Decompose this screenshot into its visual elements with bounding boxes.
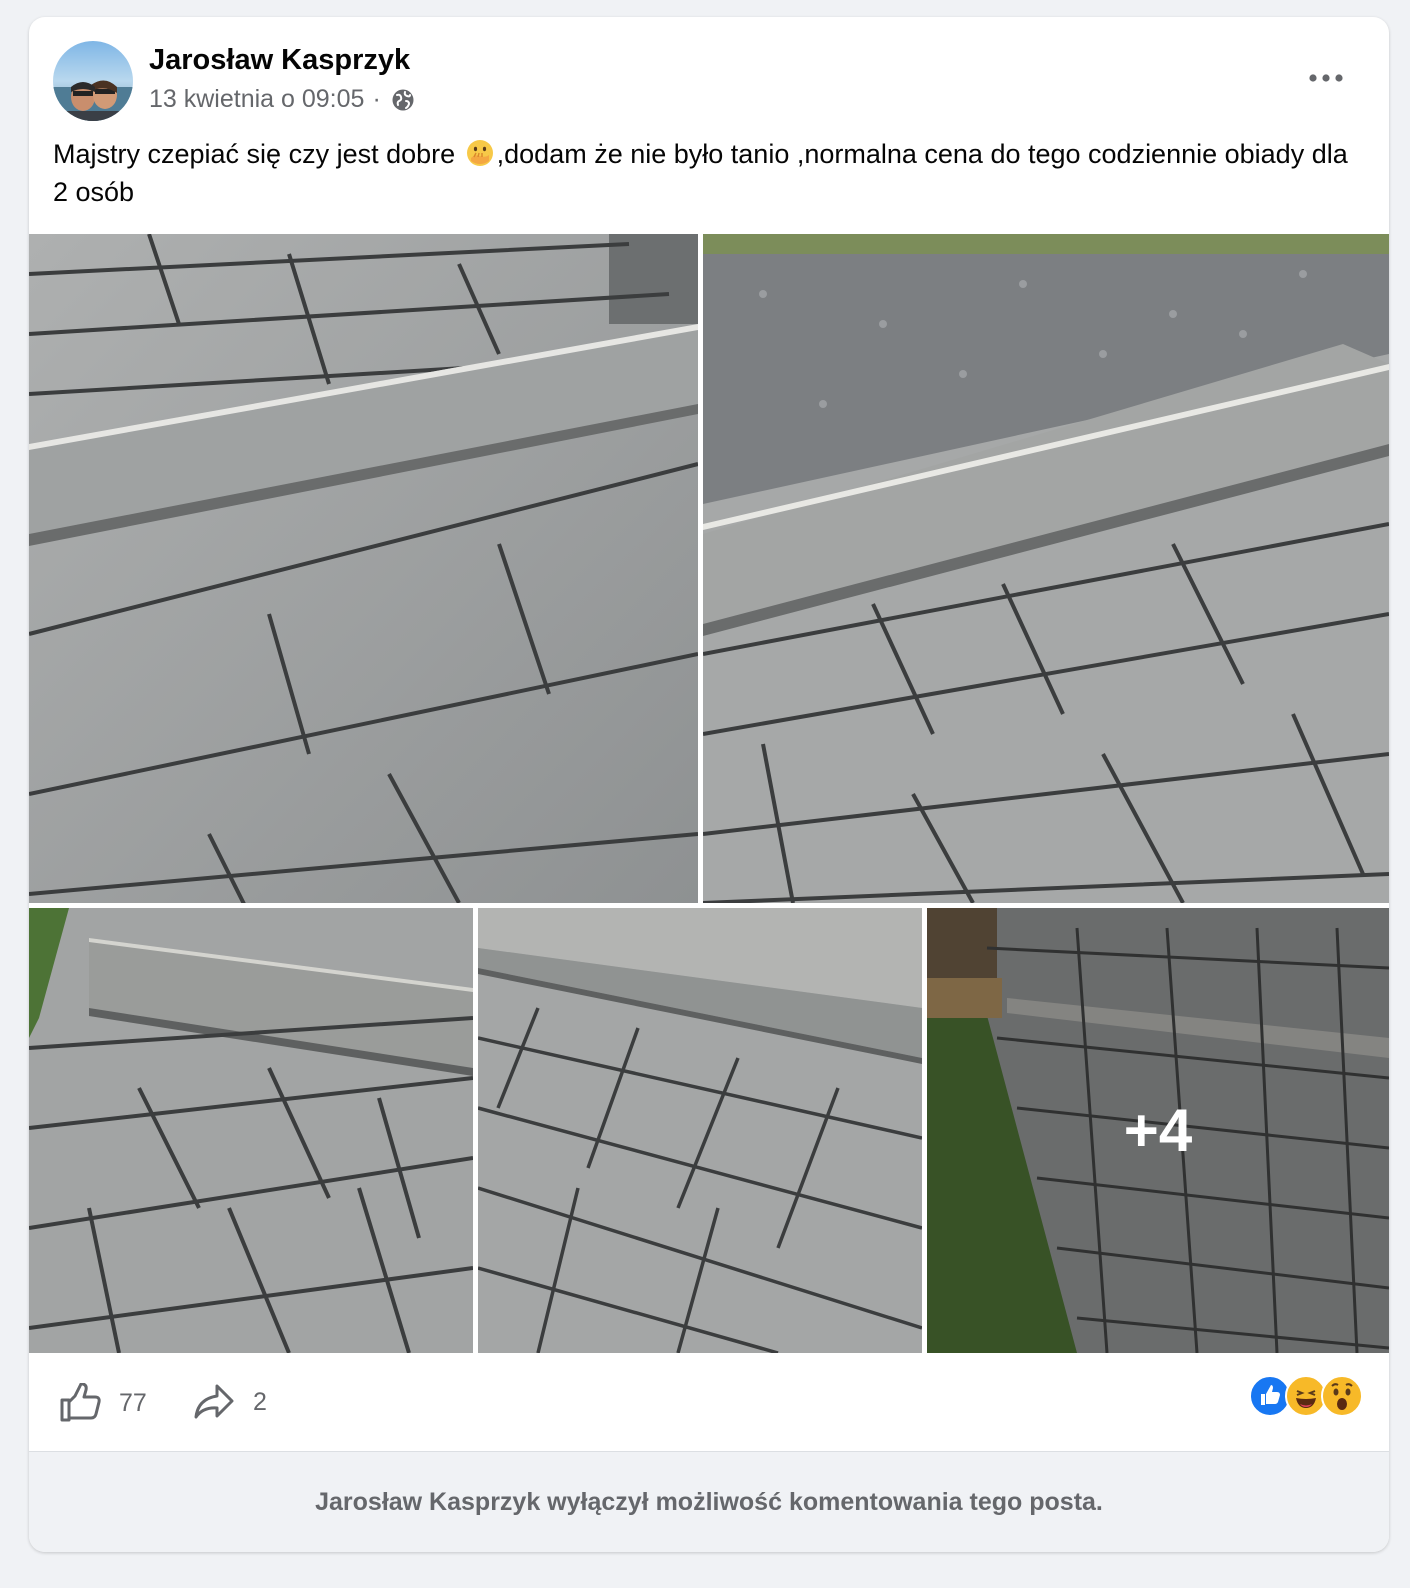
gallery-photo-4[interactable] — [478, 908, 922, 1353]
share-arrow-icon — [194, 1384, 234, 1419]
wow-reaction-icon — [1321, 1375, 1363, 1417]
author-name[interactable]: Jarosław Kasprzyk — [149, 44, 410, 77]
globe-icon[interactable] — [391, 88, 415, 112]
comments-disabled-notice: Jarosław Kasprzyk wyłączył możliwość kom… — [29, 1451, 1389, 1552]
post-meta: 13 kwietnia o 09:05 · — [149, 85, 415, 114]
gallery-photo-3[interactable] — [29, 908, 473, 1353]
post-card: Jarosław Kasprzyk 13 kwietnia o 09:05 · … — [29, 17, 1389, 1552]
face-with-hand-over-mouth-icon — [465, 138, 495, 168]
share-button[interactable]: 2 — [193, 1383, 267, 1421]
post-text: Majstry czepiać się czy jest dobre ,doda… — [53, 135, 1353, 211]
meta-separator: · — [372, 85, 381, 113]
post-timestamp[interactable]: 13 kwietnia o 09:05 — [149, 85, 364, 114]
gallery-photo-2[interactable] — [703, 234, 1389, 903]
share-count: 2 — [253, 1387, 267, 1416]
gallery-photo-5[interactable]: +4 — [927, 908, 1389, 1353]
reactions-summary[interactable] — [1249, 1375, 1363, 1417]
gallery-photo-1[interactable] — [29, 234, 698, 903]
more-photos-overlay[interactable]: +4 — [927, 908, 1389, 1353]
author-avatar[interactable] — [53, 41, 133, 121]
post-text-part-1: Majstry czepiać się czy jest dobre — [53, 139, 463, 169]
like-button[interactable]: 77 — [59, 1383, 147, 1423]
thumbs-up-icon — [60, 1383, 101, 1422]
more-horizontal-icon — [1309, 74, 1343, 82]
like-count: 77 — [119, 1388, 147, 1417]
post-options-button[interactable] — [1301, 61, 1351, 95]
photo-gallery: +4 — [29, 234, 1389, 1353]
action-bar: 77 2 — [29, 1353, 1389, 1451]
